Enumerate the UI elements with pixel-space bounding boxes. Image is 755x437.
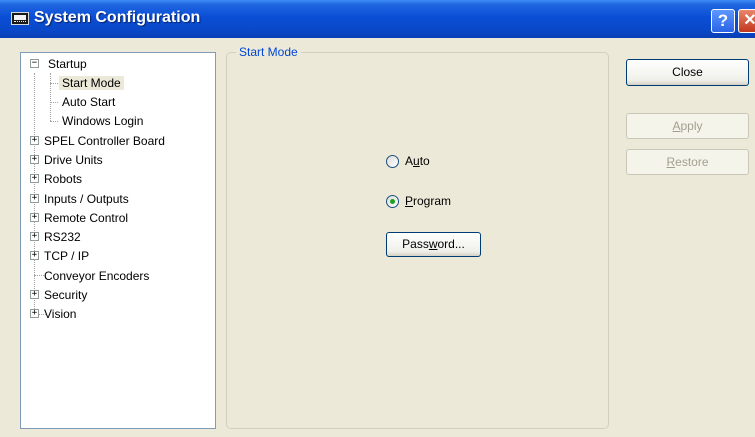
tree-item-label: Startup — [48, 57, 87, 71]
tree-item-label: Robots — [44, 172, 83, 186]
label-part: P — [405, 194, 414, 208]
title-bar[interactable]: System Configuration ? ✕ — [0, 0, 755, 38]
label-part: A — [672, 119, 681, 133]
tree-item-label: Start Mode — [59, 76, 124, 90]
tree-item-label: TCP / IP — [44, 249, 90, 263]
plus-expander-icon[interactable]: + — [30, 136, 39, 145]
system-configuration-window: System Configuration ? ✕ − + + + + + + +… — [0, 0, 755, 437]
plus-expander-icon[interactable]: + — [30, 174, 39, 183]
label-part: estore — [675, 155, 709, 169]
window-title: System Configuration — [34, 9, 201, 26]
tree-item-label: Conveyor Encoders — [44, 269, 150, 283]
tree-line — [50, 102, 58, 103]
tree-item-spel-controller-board[interactable]: SPEL Controller Board — [41, 132, 168, 150]
close-window-button[interactable]: ✕ — [738, 9, 755, 33]
label-part: to — [419, 154, 430, 168]
restore-button[interactable]: Restore — [626, 149, 749, 175]
label-part: rogram — [413, 194, 452, 208]
tree-item-security[interactable]: Security — [41, 286, 90, 304]
tree-line — [50, 73, 51, 121]
tree-item-conveyor-encoders[interactable]: Conveyor Encoders — [41, 267, 152, 285]
tree-item-label: RS232 — [44, 230, 81, 244]
auto-radio[interactable]: Auto — [386, 152, 430, 170]
radio-selected-icon — [386, 194, 399, 208]
label-part: A — [405, 154, 414, 168]
label-part: w — [428, 237, 438, 251]
close-button[interactable]: Close — [626, 59, 749, 86]
radio-circle-icon — [386, 154, 399, 168]
tree-item-label: Drive Units — [44, 153, 103, 167]
tree-item-rs232[interactable]: RS232 — [41, 228, 84, 246]
tree-item-label: SPEL Controller Board — [44, 134, 165, 148]
plus-expander-icon[interactable]: + — [30, 232, 39, 241]
configuration-tree[interactable]: − + + + + + + + + + Startup Start Mode A… — [20, 52, 216, 429]
apply-button[interactable]: Apply — [626, 113, 749, 139]
tree-item-remote-control[interactable]: Remote Control — [41, 209, 131, 227]
tree-item-start-mode[interactable]: Start Mode — [59, 74, 124, 92]
tree-item-label: Remote Control — [44, 211, 129, 225]
plus-expander-icon[interactable]: + — [30, 309, 39, 318]
tree-item-label: Security — [44, 288, 88, 302]
program-radio[interactable]: Program — [386, 192, 451, 210]
plus-expander-icon[interactable]: + — [30, 194, 39, 203]
minus-expander-icon[interactable]: − — [30, 59, 39, 68]
label-part: u — [413, 154, 420, 168]
plus-expander-icon[interactable]: + — [30, 155, 39, 164]
help-button[interactable]: ? — [711, 9, 735, 33]
tree-item-label: Vision — [44, 307, 77, 321]
plus-expander-icon[interactable]: + — [30, 251, 39, 260]
tree-item-label: Auto Start — [62, 95, 116, 109]
label-part: ord... — [437, 237, 465, 251]
tree-item-robots[interactable]: Robots — [41, 170, 85, 188]
auto-radio-label: Auto — [405, 154, 430, 168]
program-radio-label: Program — [405, 194, 451, 208]
plus-expander-icon[interactable]: + — [30, 213, 39, 222]
monitor-keyboard-icon — [11, 12, 29, 25]
tree-item-inputs-outputs[interactable]: Inputs / Outputs — [41, 190, 132, 208]
tree-item-vision[interactable]: Vision — [41, 305, 79, 323]
tree-item-label: Windows Login — [62, 114, 144, 128]
label-part: pply — [680, 119, 703, 133]
label-part: Pass — [402, 237, 429, 251]
tree-line — [50, 83, 58, 84]
group-title: Start Mode — [236, 45, 301, 59]
tree-item-drive-units[interactable]: Drive Units — [41, 151, 106, 169]
tree-item-auto-start[interactable]: Auto Start — [59, 93, 118, 111]
tree-item-label: Inputs / Outputs — [44, 192, 129, 206]
tree-item-startup[interactable]: Startup — [45, 55, 90, 73]
tree-line — [50, 121, 58, 122]
label-part: R — [666, 155, 676, 169]
password-button[interactable]: Password... — [386, 232, 481, 257]
tree-item-windows-login[interactable]: Windows Login — [59, 112, 146, 130]
tree-item-tcp-ip[interactable]: TCP / IP — [41, 247, 92, 265]
plus-expander-icon[interactable]: + — [30, 290, 39, 299]
